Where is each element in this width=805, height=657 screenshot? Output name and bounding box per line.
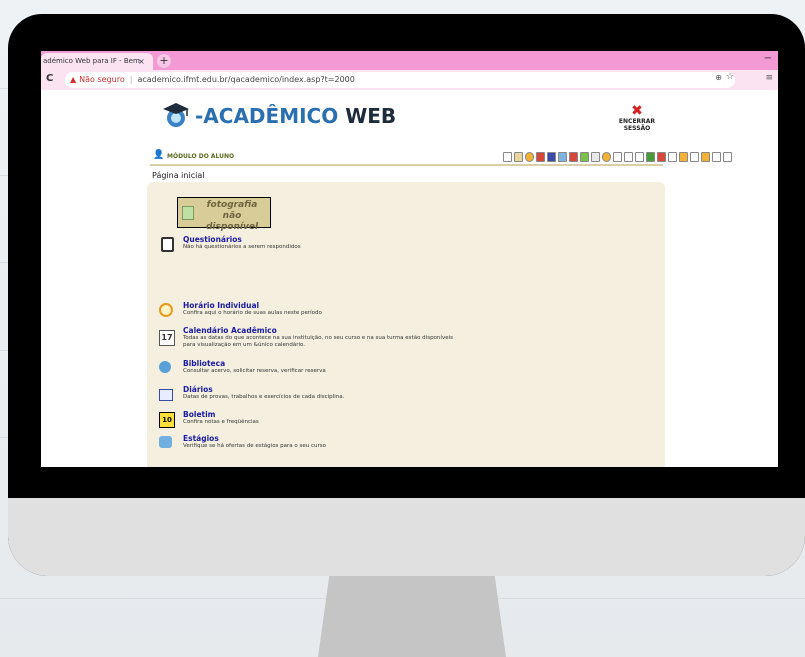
bookmark-star-icon[interactable]: ☆ bbox=[726, 72, 734, 82]
toolbar-icon[interactable] bbox=[503, 152, 512, 162]
student-icon: 👤 bbox=[153, 150, 165, 160]
item-desc: Confira aqui o horário de suas aulas nes… bbox=[183, 310, 322, 316]
logout-button[interactable]: ✖ ENCERRAR SESSÃO bbox=[616, 104, 658, 132]
toolbar-icon[interactable] bbox=[712, 152, 721, 162]
tab-close-icon[interactable]: × bbox=[138, 53, 145, 70]
toolbar-icon[interactable] bbox=[657, 152, 666, 162]
module-bar: 👤 MÓDULO DO ALUNO bbox=[150, 150, 732, 166]
toolbar-icon[interactable] bbox=[591, 152, 600, 162]
item-desc: Consultar acervo, solicitar reserva, ver… bbox=[183, 368, 326, 374]
page-title: Página inicial bbox=[152, 171, 205, 180]
item-title[interactable]: Estágios bbox=[183, 434, 219, 443]
toolbar-icon[interactable] bbox=[690, 152, 699, 162]
toolbar-icons bbox=[503, 152, 734, 171]
item-title[interactable]: Questionários bbox=[183, 235, 242, 244]
item-title[interactable]: Calendário Acadêmico bbox=[183, 326, 277, 335]
photo-placeholder: fotografia não disponível bbox=[177, 197, 271, 232]
tab-bar: adémico Web para IF - Bem × + − bbox=[41, 51, 778, 70]
item-title[interactable]: Boletim bbox=[183, 410, 216, 419]
main-panel: fotografia não disponível Questionários … bbox=[147, 182, 665, 467]
logo-text-prefix: -ACADÊMICO bbox=[195, 104, 339, 128]
item-desc: Verifique se há ofertas de estágios para… bbox=[183, 443, 327, 449]
site-logo[interactable]: -ACADÊMICO WEB bbox=[161, 98, 396, 132]
toolbar-icon[interactable] bbox=[536, 152, 545, 162]
item-desc-line2: para visualização em um &único calendári… bbox=[183, 342, 306, 348]
url-text[interactable]: academico.ifmt.edu.br/qacademico/index.a… bbox=[137, 75, 354, 84]
toolbar-icon[interactable] bbox=[558, 152, 567, 162]
grades-icon: 10 bbox=[159, 412, 175, 428]
calendar-icon: 17 bbox=[159, 330, 175, 346]
clipboard-icon bbox=[161, 237, 174, 252]
module-label: MÓDULO DO ALUNO bbox=[167, 153, 235, 160]
graduation-cap-icon bbox=[163, 103, 189, 127]
internship-icon bbox=[159, 436, 172, 448]
toolbar-icon[interactable] bbox=[613, 152, 622, 162]
toolbar-icon[interactable] bbox=[514, 152, 523, 162]
address-bar: C ▲ Não seguro | academico.ifmt.edu.br/qaca… bbox=[41, 70, 778, 90]
clock-icon bbox=[159, 303, 173, 317]
photo-placeholder-text: fotografia não disponível bbox=[205, 200, 259, 232]
item-desc: Confira notas e freqüências bbox=[183, 419, 259, 425]
item-title[interactable]: Diários bbox=[183, 385, 213, 394]
toolbar-icon[interactable] bbox=[547, 152, 556, 162]
browser-tab[interactable]: adémico Web para IF - Bem bbox=[41, 53, 153, 70]
reload-icon[interactable]: C bbox=[46, 73, 53, 84]
toolbar-icon[interactable] bbox=[679, 152, 688, 162]
toolbar-icon[interactable] bbox=[624, 152, 633, 162]
toolbar-icon[interactable] bbox=[580, 152, 589, 162]
toolbar-icon[interactable] bbox=[668, 152, 677, 162]
monitor-stand bbox=[318, 576, 506, 657]
toolbar-icon[interactable] bbox=[646, 152, 655, 162]
security-label[interactable]: Não seguro bbox=[79, 75, 125, 84]
logout-label-line2: SESSÃO bbox=[623, 125, 651, 132]
monitor-chin bbox=[8, 498, 805, 576]
url-separator: | bbox=[129, 75, 133, 84]
toolbar-icon[interactable] bbox=[569, 152, 578, 162]
logout-label-line1: ENCERRAR bbox=[618, 118, 656, 125]
url-field[interactable]: ▲ Não seguro | academico.ifmt.edu.br/qacade… bbox=[65, 72, 735, 88]
item-desc: Datas de provas, trabalhos e exercícios … bbox=[183, 394, 345, 400]
tab-title: adémico Web para IF - Bem bbox=[43, 57, 140, 65]
toolbar-icon[interactable] bbox=[525, 152, 534, 162]
warning-icon[interactable]: ▲ bbox=[70, 72, 76, 88]
new-tab-button[interactable]: + bbox=[157, 54, 171, 68]
logo-text-suffix: WEB bbox=[345, 104, 397, 128]
reading-list-icon[interactable]: ≡ bbox=[765, 73, 773, 83]
browser-window: adémico Web para IF - Bem × + − C ▲ Não s… bbox=[41, 51, 778, 467]
toolbar-icon[interactable] bbox=[602, 152, 611, 162]
zoom-icon[interactable]: ⊕ bbox=[715, 73, 722, 82]
minimize-button[interactable]: − bbox=[764, 51, 772, 67]
item-title[interactable]: Biblioteca bbox=[183, 359, 225, 368]
item-desc: Não há questionários a serem respondidos bbox=[183, 244, 301, 250]
toolbar-icon[interactable] bbox=[723, 152, 732, 162]
item-title[interactable]: Horário Individual bbox=[183, 301, 259, 310]
book-icon bbox=[159, 361, 171, 373]
page-content: -ACADÊMICO WEB ✖ ENCERRAR SESSÃO 👤 MÓDUL… bbox=[41, 90, 778, 467]
diary-icon bbox=[159, 389, 173, 401]
item-desc: Todas as datas do que acontece na sua in… bbox=[183, 335, 453, 341]
person-photo-icon bbox=[182, 206, 194, 220]
close-x-icon: ✖ bbox=[631, 103, 643, 119]
toolbar-icon[interactable] bbox=[635, 152, 644, 162]
toolbar-icon[interactable] bbox=[701, 152, 710, 162]
